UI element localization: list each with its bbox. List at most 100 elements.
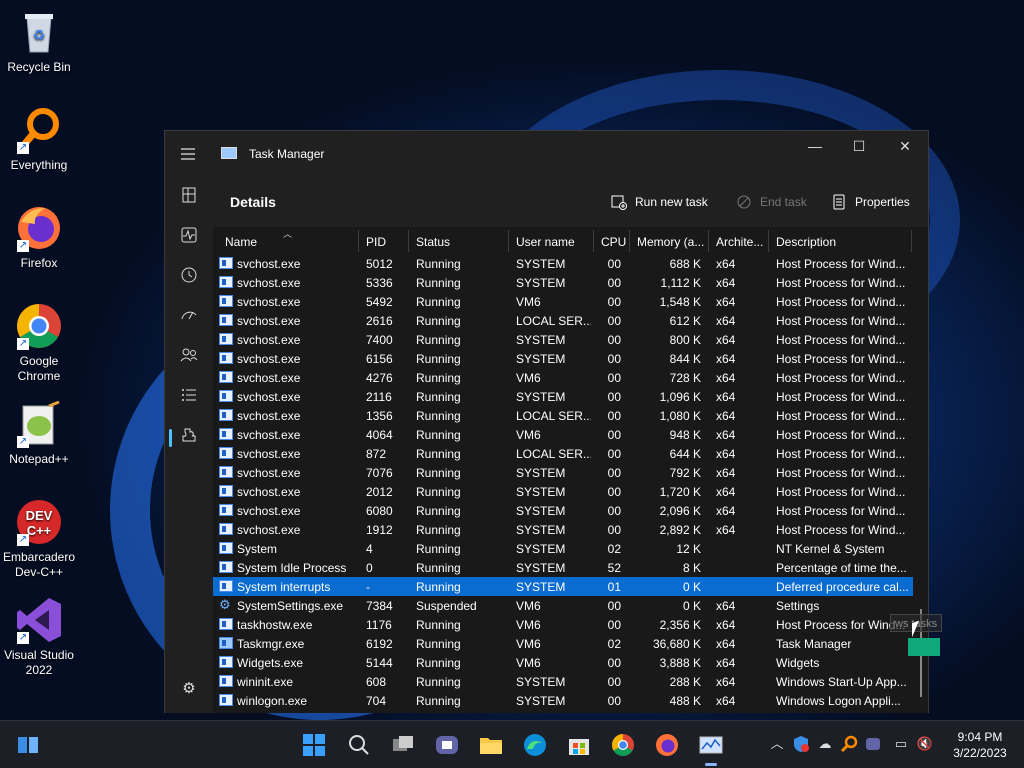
- performance-nav-icon[interactable]: [177, 223, 201, 247]
- table-row[interactable]: svchost.exe 2616 Running LOCAL SER... 00 612 …: [213, 311, 913, 330]
- column-header-memory[interactable]: Memory (a...: [637, 235, 704, 249]
- table-row[interactable]: Taskmgr.exe 6192 Running VM6 02 36,680 K x64 Ta…: [213, 634, 913, 653]
- column-separator[interactable]: [768, 230, 769, 252]
- table-row[interactable]: svchost.exe 6156 Running SYSTEM 00 844 K x64 Ho…: [213, 349, 913, 368]
- cell-status: Running: [416, 542, 461, 556]
- windows-logo-icon[interactable]: [300, 731, 328, 759]
- teams-tray-icon[interactable]: [864, 735, 882, 753]
- desktop-icon-devcpp[interactable]: DEV C++ ↗ Embarcadero Dev-C++: [0, 498, 78, 580]
- cell-status: Running: [416, 637, 461, 651]
- table-row[interactable]: wininit.exe 608 Running SYSTEM 00 288 K x64 Win…: [213, 672, 913, 691]
- system-clock[interactable]: 9:04 PM 3/22/2023: [942, 729, 1018, 761]
- column-separator[interactable]: [911, 230, 912, 252]
- everything-tray-icon[interactable]: [840, 735, 858, 753]
- search-icon[interactable]: [345, 731, 373, 759]
- cell-pid: 4276: [366, 371, 393, 385]
- clock-time: 9:04 PM: [957, 730, 1003, 744]
- cell-arch: x64: [716, 314, 736, 328]
- table-row[interactable]: svchost.exe 5012 Running SYSTEM 00 688 K x64 Ho…: [213, 254, 913, 273]
- show-hidden-icons-chevron-icon[interactable]: ︿: [768, 735, 786, 753]
- column-separator[interactable]: [408, 230, 409, 252]
- table-row[interactable]: svchost.exe 2116 Running SYSTEM 00 1,096 K x64…: [213, 387, 913, 406]
- table-row[interactable]: svchost.exe 7076 Running SYSTEM 00 792 K x64 Ho…: [213, 463, 913, 482]
- cell-cpu: 00: [607, 599, 621, 613]
- onedrive-cloud-icon[interactable]: ☁: [816, 735, 834, 753]
- cell-name: svchost.exe: [237, 409, 301, 423]
- table-row[interactable]: System Idle Process 0 Running SYSTEM 52 8 K Pe…: [213, 558, 913, 577]
- network-monitor-icon[interactable]: ▭: [892, 735, 910, 753]
- minimize-button[interactable]: —: [792, 131, 838, 161]
- cell-arch: x64: [716, 371, 736, 385]
- end-task-button[interactable]: End task: [736, 192, 807, 212]
- mouse-cursor: [912, 620, 919, 638]
- column-separator[interactable]: [358, 230, 359, 252]
- cell-arch: x64: [716, 257, 736, 271]
- column-separator[interactable]: [508, 230, 509, 252]
- column-header-cpu[interactable]: CPU: [601, 235, 626, 249]
- column-header-name[interactable]: Name: [225, 235, 257, 249]
- defender-shield-icon[interactable]: [792, 735, 810, 753]
- firefox-icon[interactable]: [653, 731, 681, 759]
- volume-muted-icon[interactable]: 🔇: [916, 735, 934, 753]
- table-row[interactable]: svchost.exe 5492 Running VM6 00 1,548 K x64 Hos…: [213, 292, 913, 311]
- table-row[interactable]: svchost.exe 4276 Running VM6 00 728 K x64 Host …: [213, 368, 913, 387]
- desktop-icon-everything[interactable]: ↗ Everything: [0, 106, 78, 173]
- teams-chat-icon[interactable]: [433, 731, 461, 759]
- desktop-icon-recycle-bin[interactable]: ♻ Recycle Bin: [0, 8, 78, 75]
- cell-memory: 288 K: [669, 675, 701, 689]
- hamburger-menu-icon[interactable]: [179, 145, 197, 163]
- desktop-icon-label: Google Chrome: [17, 354, 61, 383]
- table-row[interactable]: svchost.exe 2012 Running SYSTEM 00 1,720 K x64…: [213, 482, 913, 501]
- table-row[interactable]: svchost.exe 1356 Running LOCAL SER... 00 1,08…: [213, 406, 913, 425]
- column-separator[interactable]: [708, 230, 709, 252]
- edge-icon[interactable]: [521, 731, 549, 759]
- cell-user: SYSTEM: [516, 257, 566, 271]
- task-manager-icon[interactable]: [697, 731, 725, 766]
- column-separator[interactable]: [629, 230, 630, 252]
- desktop-icon-notepadpp[interactable]: ↗ Notepad++: [0, 400, 78, 467]
- cell-user: LOCAL SER...: [516, 409, 591, 423]
- table-row[interactable]: svchost.exe 872 Running LOCAL SER... 00 644 K…: [213, 444, 913, 463]
- cell-pid: 1176: [366, 618, 392, 632]
- column-separator[interactable]: [593, 230, 594, 252]
- close-button[interactable]: ✕: [882, 131, 928, 161]
- file-explorer-icon[interactable]: [477, 731, 505, 759]
- table-row[interactable]: winlogon.exe 704 Running SYSTEM 00 488 K x64 Wi…: [213, 691, 913, 710]
- desktop-icon-chrome[interactable]: ↗ Google Chrome: [0, 302, 78, 384]
- table-row[interactable]: svchost.exe 1912 Running SYSTEM 00 2,892 K x64…: [213, 520, 913, 539]
- store-icon[interactable]: [565, 731, 593, 759]
- column-header-description[interactable]: Description: [776, 235, 836, 249]
- task-view-icon[interactable]: [389, 731, 417, 759]
- chrome-icon: ↗: [15, 302, 63, 350]
- table-row[interactable]: svchost.exe 7400 Running SYSTEM 00 800 K x64 Ho…: [213, 330, 913, 349]
- details-nav-icon[interactable]: [177, 383, 201, 407]
- maximize-button[interactable]: ☐: [836, 131, 882, 161]
- table-row[interactable]: ⚙ SystemSettings.exe 7384 Suspended VM6 00 0 K…: [213, 596, 913, 615]
- table-row[interactable]: svchost.exe 4064 Running VM6 00 948 K x64 Host …: [213, 425, 913, 444]
- run-new-task-button[interactable]: Run new task: [611, 192, 708, 212]
- app-history-nav-icon[interactable]: [177, 263, 201, 287]
- table-row[interactable]: taskhostw.exe 1176 Running VM6 00 2,356 Kx64 H…: [213, 615, 913, 634]
- column-header-pid[interactable]: PID: [366, 235, 386, 249]
- column-header-status[interactable]: Status: [416, 235, 450, 249]
- processes-nav-icon[interactable]: [177, 183, 201, 207]
- properties-button[interactable]: Properties: [831, 192, 910, 212]
- table-row[interactable]: System interrupts - Running SYSTEM 01 0 K Defe…: [213, 577, 913, 596]
- chrome-icon[interactable]: [609, 731, 637, 759]
- title-bar[interactable]: Task Manager — ☐ ✕: [165, 131, 928, 175]
- table-row[interactable]: Widgets.exe 5144 Running VM6 00 3,888 K x64 Wid…: [213, 653, 913, 672]
- desktop-icon-visual-studio[interactable]: ↗ Visual Studio 2022: [0, 596, 78, 678]
- startup-apps-nav-icon[interactable]: [177, 303, 201, 327]
- table-row[interactable]: svchost.exe 5336 Running SYSTEM 00 1,112 K x64…: [213, 273, 913, 292]
- table-row[interactable]: System 4 Running SYSTEM 02 12 K NT Kernel & Sy…: [213, 539, 913, 558]
- widgets-icon[interactable]: [14, 731, 42, 759]
- cell-status: Running: [416, 580, 461, 594]
- cell-desc: NT Kernel & System: [776, 542, 885, 556]
- services-nav-icon[interactable]: [177, 423, 201, 447]
- desktop-icon-firefox[interactable]: ↗ Firefox: [0, 204, 78, 271]
- column-header-arch[interactable]: Archite...: [716, 235, 763, 249]
- settings-gear-icon[interactable]: ⚙: [177, 677, 201, 701]
- table-row[interactable]: svchost.exe 6080 Running SYSTEM 00 2,096 K x64…: [213, 501, 913, 520]
- users-nav-icon[interactable]: [177, 343, 201, 367]
- column-header-user[interactable]: User name: [516, 235, 575, 249]
